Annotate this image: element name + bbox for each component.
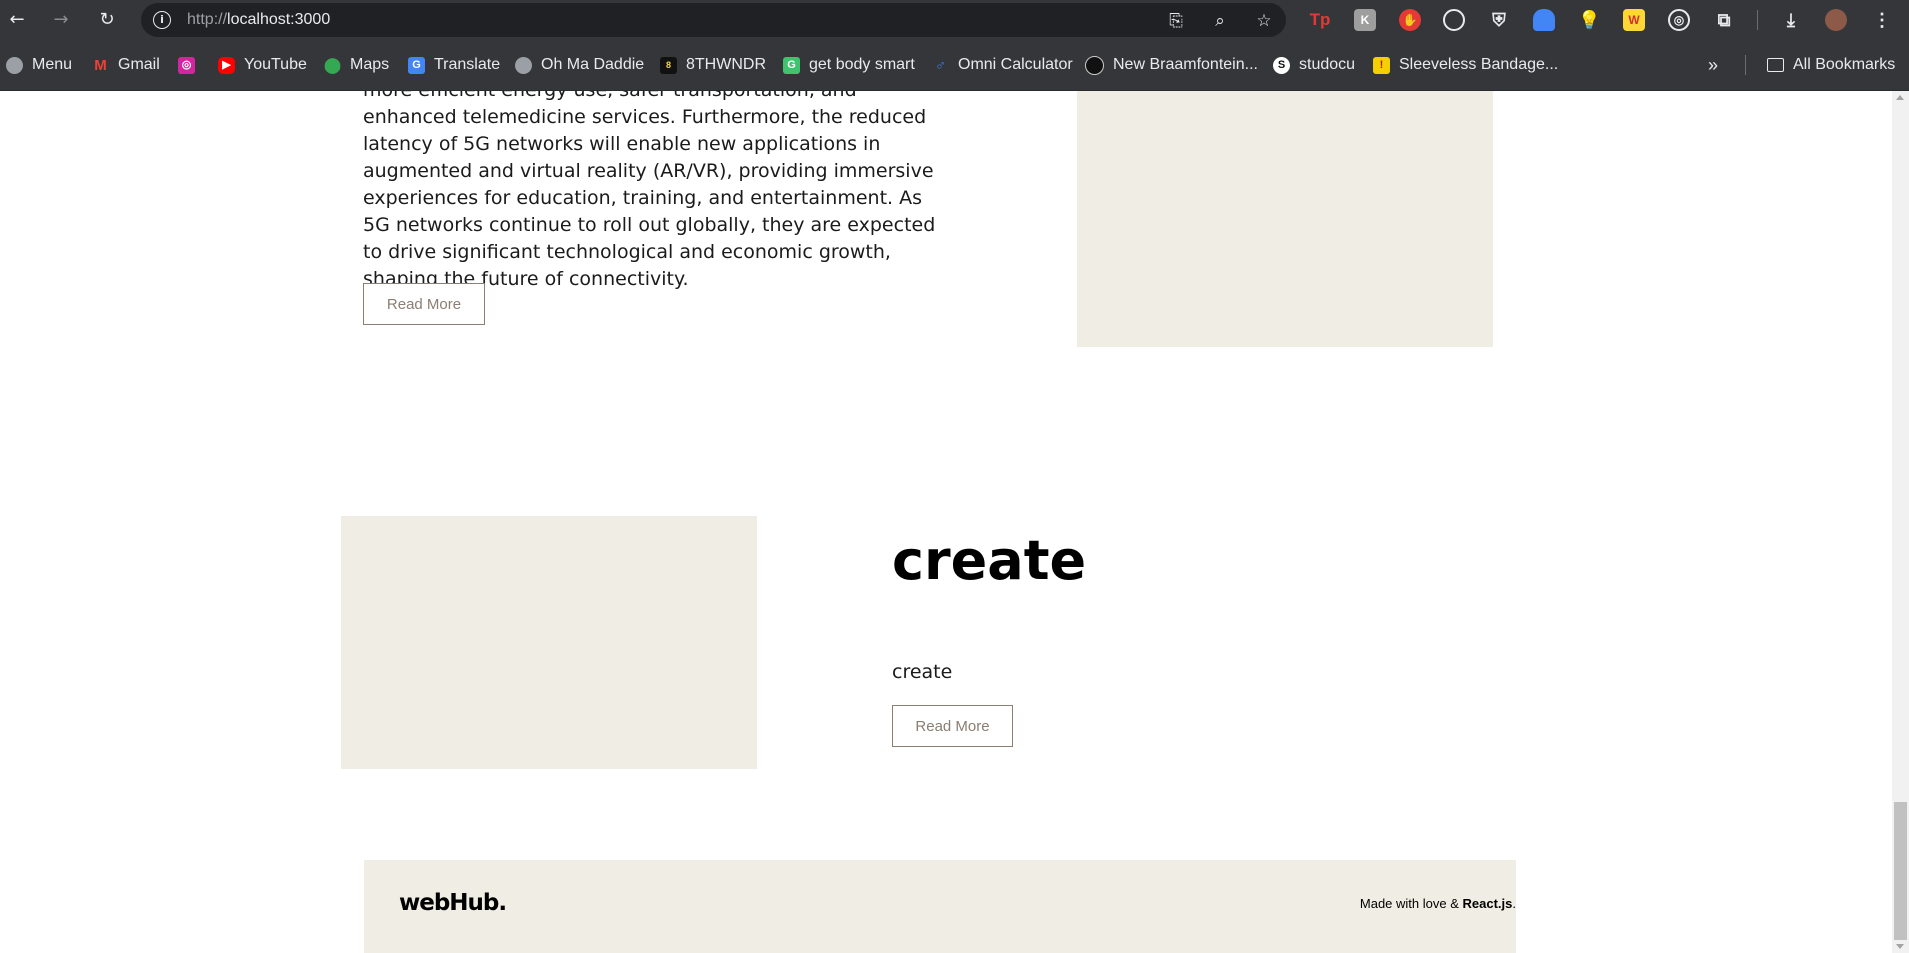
bookmark-label: Translate: [434, 56, 501, 73]
gmail-icon: M: [94, 56, 107, 74]
translate-icon: G: [408, 56, 425, 74]
instagram-icon: ◎: [178, 56, 195, 74]
site-footer: webHub. Made with love & React.js.: [364, 860, 1516, 953]
k-extension-icon[interactable]: K: [1354, 9, 1376, 31]
bookmark-label: 8THWNDR: [686, 56, 766, 73]
block-extension-icon[interactable]: ✋: [1399, 9, 1421, 31]
back-button[interactable]: ←: [5, 8, 29, 32]
bookmark-sleeveless-bandage[interactable]: ! Sleeveless Bandage...: [1373, 54, 1558, 76]
bookmarks-separator: [1745, 55, 1746, 75]
page-scrollbar[interactable]: [1892, 91, 1909, 953]
bookmark-label: Maps: [350, 56, 390, 73]
bookmark-omni-calculator[interactable]: ♂ Omni Calculator: [932, 54, 1073, 76]
bookmark-label: Omni Calculator: [958, 56, 1073, 73]
studocu-icon: S: [1273, 56, 1290, 74]
bookmark-new-braamfontein[interactable]: New Braamfontein...: [1085, 54, 1258, 76]
credit-suffix: .: [1512, 896, 1516, 911]
tp-extension-icon[interactable]: Tp: [1309, 9, 1331, 31]
bookmark-star-icon[interactable]: ☆: [1254, 11, 1274, 31]
credit-tech: React.js: [1462, 896, 1513, 911]
bookmark-label: studocu: [1299, 56, 1356, 73]
reload-button[interactable]: ↻: [95, 8, 119, 32]
bookmark-label: Oh Ma Daddie: [541, 56, 645, 73]
ghost-extension-icon[interactable]: [1533, 9, 1555, 31]
site-logo[interactable]: webHub.: [399, 890, 507, 916]
all-bookmarks-label: All Bookmarks: [1793, 56, 1896, 73]
article-paragraph: more efficient energy use, safer transpo…: [363, 91, 936, 290]
bookmarks-bar: Menu M Gmail ◎ ▶ YouTube ⬤ Maps G Transl…: [0, 40, 1909, 91]
url-text[interactable]: http://localhost:3000: [187, 11, 330, 29]
braamfontein-icon: [1085, 55, 1104, 75]
downloads-icon[interactable]: ⤓: [1780, 9, 1802, 31]
globe-icon: [515, 56, 532, 74]
more-bookmarks-chevron-icon[interactable]: »: [1708, 54, 1718, 76]
zoom-icon[interactable]: ⌕: [1210, 11, 1230, 31]
bookmark-label: New Braamfontein...: [1113, 56, 1258, 73]
bookmark-label: get body smart: [809, 56, 915, 73]
youtube-icon: ▶: [218, 56, 235, 74]
site-info-icon[interactable]: i: [153, 11, 171, 29]
bookmark-8thwndr[interactable]: 8 8THWNDR: [660, 54, 766, 76]
all-bookmarks[interactable]: All Bookmarks: [1767, 54, 1895, 76]
install-app-icon[interactable]: ⎘: [1166, 11, 1186, 31]
extensions-puzzle-icon[interactable]: ⧉: [1713, 9, 1735, 31]
profile-avatar[interactable]: [1825, 9, 1847, 31]
omni-icon: ♂: [934, 56, 947, 74]
scroll-up-arrow-icon[interactable]: [1896, 95, 1904, 100]
bookmark-get-body-smart[interactable]: G get body smart: [783, 54, 915, 76]
bookmark-menu[interactable]: Menu: [6, 54, 72, 76]
bookmark-label: Menu: [32, 56, 73, 73]
target-extension-icon[interactable]: ◎: [1668, 9, 1690, 31]
forward-button[interactable]: →: [49, 8, 73, 32]
8thwndr-icon: 8: [660, 56, 677, 74]
folder-icon: [1767, 58, 1784, 72]
url-scheme: http://: [187, 11, 228, 28]
getbodysmart-icon: G: [783, 56, 800, 74]
shield-extension-icon[interactable]: ⛨: [1488, 9, 1510, 31]
read-more-button[interactable]: Read More: [363, 283, 485, 325]
bookmark-label: YouTube: [244, 56, 307, 73]
scroll-down-arrow-icon[interactable]: [1896, 944, 1904, 949]
bookmark-label: Gmail: [118, 56, 160, 73]
url-host: localhost:3000: [227, 11, 331, 28]
browser-menu-icon[interactable]: ⋮: [1871, 9, 1893, 31]
bulb-extension-icon[interactable]: 💡: [1578, 9, 1600, 31]
dashboard-extension-icon[interactable]: [1443, 9, 1465, 31]
article-title: create: [892, 529, 1087, 592]
bookmark-oh-ma-daddie[interactable]: Oh Ma Daddie: [515, 54, 644, 76]
bookmark-maps[interactable]: ⬤ Maps: [324, 54, 389, 76]
bookmark-instagram[interactable]: ◎: [178, 54, 195, 76]
scroll-thumb[interactable]: [1894, 802, 1907, 940]
wordle-extension-icon[interactable]: W: [1623, 9, 1645, 31]
article-summary: create: [892, 661, 953, 683]
footer-credit: Made with love & React.js.: [1216, 896, 1516, 911]
article-image-placeholder: [1077, 91, 1493, 347]
maps-icon: ⬤: [324, 56, 341, 74]
globe-icon: [6, 56, 23, 74]
credit-text: Made with love &: [1359, 896, 1463, 911]
bookmark-translate[interactable]: G Translate: [408, 54, 500, 76]
article-image-placeholder: [341, 516, 757, 769]
bookmark-studocu[interactable]: S studocu: [1273, 54, 1355, 76]
bookmark-label: Sleeveless Bandage...: [1399, 56, 1559, 73]
bandage-icon: !: [1373, 56, 1390, 74]
page-viewport: more efficient energy use, safer transpo…: [0, 91, 1892, 953]
browser-toolbar: ← → ↻ i http://localhost:3000 ⎘ ⌕ ☆ Tp K…: [0, 0, 1909, 40]
read-more-button[interactable]: Read More: [892, 705, 1013, 747]
address-bar[interactable]: i http://localhost:3000 ⎘ ⌕ ☆: [141, 3, 1286, 37]
toolbar-separator: [1757, 10, 1758, 30]
bookmark-gmail[interactable]: M Gmail: [92, 54, 160, 76]
bookmark-youtube[interactable]: ▶ YouTube: [218, 54, 307, 76]
